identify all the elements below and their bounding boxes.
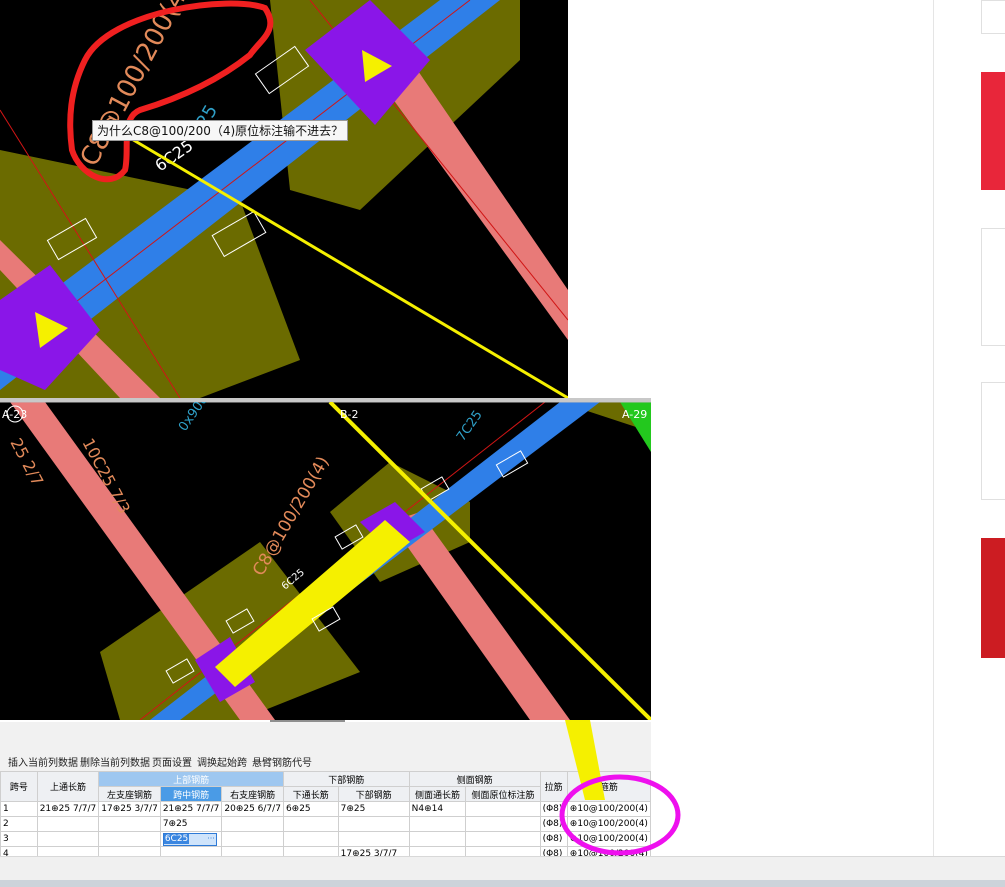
cell[interactable]: ⊕10@100/200(4): [566, 816, 652, 832]
cell[interactable]: 21⊕25 7/7/7: [159, 801, 223, 817]
rebar-table: 跨号 上通长筋 上部钢筋 下部钢筋 侧面钢筋 拉筋 箍筋 左支座钢筋 跨中钢筋 …: [0, 771, 652, 862]
section-label: 0x900: [176, 402, 212, 434]
col-header: 侧面原位标注筋: [465, 786, 541, 802]
cell[interactable]: (Φ8): [539, 831, 568, 847]
cell[interactable]: [337, 816, 410, 832]
table-row: 1 21⊕25 7/7/7 17⊕25 3/7/7 21⊕25 7/7/7 20…: [0, 801, 652, 817]
table-toolbar: 插入当前列数据 删除当前列数据 页面设置 调换起始跨 悬臂钢筋代号: [0, 752, 651, 770]
right-sidebar: [933, 0, 1005, 856]
cell[interactable]: [337, 831, 410, 847]
col-header: 拉筋: [539, 771, 568, 802]
cell[interactable]: 20⊕25 6/7/7: [221, 801, 284, 817]
insert-row-button[interactable]: 插入当前列数据: [8, 754, 78, 769]
cell[interactable]: [408, 831, 467, 847]
cad-drawing-bottom: A-23 B-2 A-29 10C25 7/3 25 2/7 0x900 C8@…: [0, 402, 651, 720]
cell[interactable]: (Φ8): [539, 801, 568, 817]
cell[interactable]: [465, 831, 541, 847]
active-edit-cell[interactable]: 6C25 ···: [159, 831, 223, 847]
col-header: 上通长筋: [36, 771, 100, 802]
cell[interactable]: [36, 816, 100, 832]
ad-banner[interactable]: [981, 72, 1005, 190]
col-header: 左支座钢筋: [98, 786, 161, 802]
cantilever-code-button[interactable]: 悬臂钢筋代号: [252, 754, 312, 769]
col-header: 下通长筋: [282, 786, 339, 802]
cell[interactable]: [36, 831, 100, 847]
cell[interactable]: ⊕10@100/200(4): [566, 801, 652, 817]
cad-view-top[interactable]: C8@100/200(4) 6C25 C25 为什么C8@100/200（4)原…: [0, 0, 568, 398]
cell[interactable]: N4⊕14: [408, 801, 467, 817]
table-row: 2 7⊕25 (Φ8) ⊕10@100/200(4): [0, 816, 652, 832]
axis-label-right: A-29: [622, 408, 647, 421]
adjust-start-span-button[interactable]: 调换起始跨: [197, 754, 247, 769]
cell[interactable]: ⊕10@100/200(4): [566, 831, 652, 847]
cad-drawing-top: C8@100/200(4) 6C25 C25: [0, 0, 568, 398]
cell[interactable]: [221, 831, 284, 847]
cell[interactable]: 7⊕25: [337, 801, 410, 817]
axis-label-left: A-23: [2, 408, 27, 421]
cell[interactable]: [408, 816, 467, 832]
sidebar-card[interactable]: [981, 0, 1005, 34]
group-header-top: 上部钢筋: [98, 771, 284, 787]
cell-editor-text[interactable]: 6C25: [163, 833, 190, 844]
col-header: 右支座钢筋: [221, 786, 284, 802]
col-header: 侧面通长筋: [408, 786, 467, 802]
cell[interactable]: 2: [0, 816, 38, 832]
group-header-side: 侧面钢筋: [408, 771, 541, 787]
rebar-input-panel: 插入当前列数据 删除当前列数据 页面设置 调换起始跨 悬臂钢筋代号 跨号 上通长…: [0, 722, 652, 862]
cell[interactable]: 17⊕25 3/7/7: [98, 801, 161, 817]
cell[interactable]: [98, 831, 161, 847]
cell[interactable]: 7⊕25: [159, 816, 223, 832]
cell[interactable]: 21⊕25 7/7/7: [36, 801, 100, 817]
axis-label-mid: B-2: [340, 408, 359, 421]
cell-editor[interactable]: 6C25 ···: [162, 832, 217, 846]
col-header: 跨号: [0, 771, 38, 802]
cell[interactable]: [465, 816, 541, 832]
table-row: 3 6C25 ··· (Φ8) ⊕10@100/200(4): [0, 831, 652, 847]
status-bar: [0, 856, 1005, 887]
group-header-bottom: 下部钢筋: [282, 771, 410, 787]
sidebar-card[interactable]: [981, 382, 1005, 500]
col-header: 下部钢筋: [337, 786, 410, 802]
ellipsis-icon[interactable]: ···: [207, 834, 215, 843]
cell[interactable]: (Φ8): [539, 816, 568, 832]
cell[interactable]: [282, 831, 339, 847]
cell[interactable]: 3: [0, 831, 38, 847]
col-header-active: 跨中钢筋: [159, 786, 223, 802]
stirrup-label: C8@100/200(4): [249, 453, 334, 579]
ad-banner[interactable]: [981, 538, 1005, 658]
cell[interactable]: [98, 816, 161, 832]
cell[interactable]: 6⊕25: [282, 801, 339, 817]
cell[interactable]: [282, 816, 339, 832]
col-header: 箍筋: [566, 771, 652, 802]
right-rebar-label: 7C25: [454, 408, 486, 444]
cell[interactable]: [465, 801, 541, 817]
sidebar-card[interactable]: [981, 228, 1005, 346]
cad-view-bottom[interactable]: A-23 B-2 A-29 10C25 7/3 25 2/7 0x900 C8@…: [0, 402, 651, 720]
cell[interactable]: 1: [0, 801, 38, 817]
page-setup-button[interactable]: 页面设置: [152, 754, 192, 769]
delete-row-button[interactable]: 删除当前列数据: [80, 754, 150, 769]
question-tooltip: 为什么C8@100/200（4)原位标注输不进去？: [92, 120, 349, 141]
cell[interactable]: [221, 816, 284, 832]
